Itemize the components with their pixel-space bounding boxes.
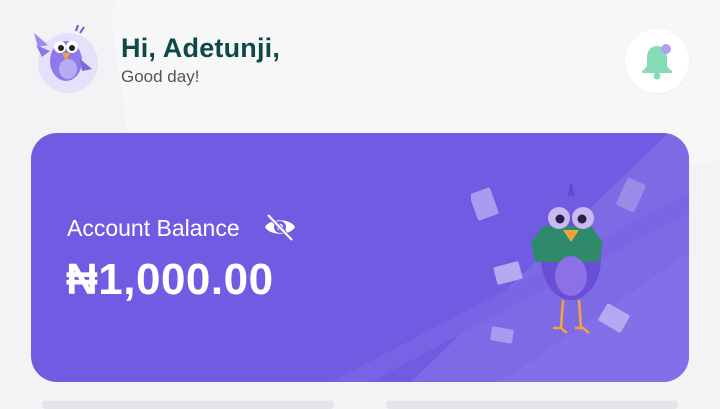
account-balance-label: Account Balance: [67, 215, 240, 241]
toggle-balance-visibility-button[interactable]: [261, 211, 299, 245]
bird-with-cash-illustration: [471, 178, 646, 344]
greeting-title: Hi, Adetunji,: [121, 33, 281, 63]
next-section-edge: [42, 401, 334, 409]
account-balance-amount: ₦1,000.00: [66, 255, 274, 304]
notification-dot: [661, 44, 671, 54]
account-balance-card: Account Balance ₦1,000.00: [31, 133, 689, 382]
next-section-edge: [386, 401, 678, 409]
bell-icon: [642, 44, 672, 80]
greeting-subtitle: Good day!: [121, 67, 200, 86]
eye-slash-icon: [265, 213, 295, 242]
notification-button[interactable]: [625, 29, 689, 93]
avatar[interactable]: [34, 25, 98, 93]
bird-avatar-icon: [34, 25, 92, 81]
